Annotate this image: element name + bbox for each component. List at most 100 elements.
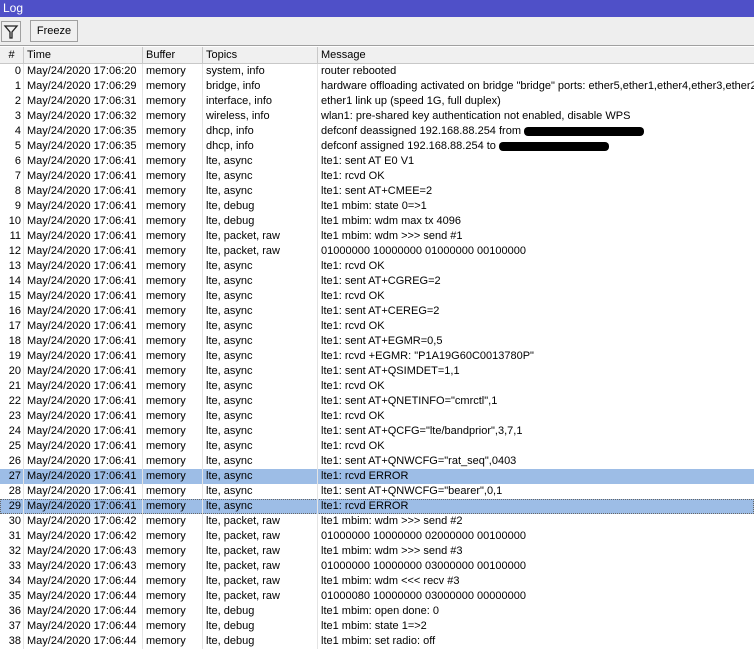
filter-button[interactable] — [1, 21, 21, 42]
row-topics: lte, async — [203, 304, 318, 319]
row-buffer-text: memory — [146, 455, 186, 467]
row-message-text: lte1 mbim: state 1=>2 — [321, 620, 427, 632]
row-message: lte1: sent AT+QSIMDET=1,1 — [318, 364, 754, 379]
table-row[interactable]: 10 May/24/2020 17:06:41 memory lte, debug lt… — [0, 214, 754, 229]
row-topics-text: lte, async — [206, 260, 253, 272]
table-row[interactable]: 1 May/24/2020 17:06:29 memory bridge, info h… — [0, 79, 754, 94]
table-row[interactable]: 11 May/24/2020 17:06:41 memory lte, packet,… — [0, 229, 754, 244]
row-time: May/24/2020 17:06:44 — [24, 574, 143, 589]
row-time: May/24/2020 17:06:41 — [24, 154, 143, 169]
row-time: May/24/2020 17:06:43 — [24, 544, 143, 559]
table-row[interactable]: 37 May/24/2020 17:06:44 memory lte, debug lt… — [0, 619, 754, 634]
table-row[interactable]: 15 May/24/2020 17:06:41 memory lte, async lt… — [0, 289, 754, 304]
table-row[interactable]: 2 May/24/2020 17:06:31 memory interface, in… — [0, 94, 754, 109]
table-row[interactable]: 18 May/24/2020 17:06:41 memory lte, async lt… — [0, 334, 754, 349]
row-message: lte1: sent AT+CEREG=2 — [318, 304, 754, 319]
row-buffer: memory — [143, 259, 203, 274]
table-row[interactable]: 29 May/24/2020 17:06:41 memory lte, async lt… — [0, 499, 754, 514]
row-topics-text: lte, async — [206, 305, 253, 317]
table-row[interactable]: 0 May/24/2020 17:06:20 memory system, info r… — [0, 64, 754, 79]
table-row[interactable]: 12 May/24/2020 17:06:41 memory lte, packet,… — [0, 244, 754, 259]
freeze-button[interactable]: Freeze — [30, 20, 78, 42]
column-header-number[interactable]: # — [0, 47, 24, 63]
row-buffer-text: memory — [146, 620, 186, 632]
row-number: 6 — [0, 154, 24, 169]
table-row[interactable]: 27 May/24/2020 17:06:41 memory lte, async lt… — [0, 469, 754, 484]
row-topics: lte, packet, raw — [203, 559, 318, 574]
column-header-topics[interactable]: Topics — [203, 47, 318, 63]
row-buffer: memory — [143, 619, 203, 634]
table-row[interactable]: 34 May/24/2020 17:06:44 memory lte, packet,… — [0, 574, 754, 589]
table-row[interactable]: 19 May/24/2020 17:06:41 memory lte, async lt… — [0, 349, 754, 364]
table-row[interactable]: 35 May/24/2020 17:06:44 memory lte, packet,… — [0, 589, 754, 604]
table-row[interactable]: 25 May/24/2020 17:06:41 memory lte, async lt… — [0, 439, 754, 454]
row-number-text: 18 — [8, 335, 21, 347]
table-row[interactable]: 21 May/24/2020 17:06:41 memory lte, async lt… — [0, 379, 754, 394]
row-time-text: May/24/2020 17:06:41 — [27, 230, 137, 242]
table-row[interactable]: 9 May/24/2020 17:06:41 memory lte, debug lte… — [0, 199, 754, 214]
row-buffer: memory — [143, 139, 203, 154]
row-time-text: May/24/2020 17:06:43 — [27, 560, 137, 572]
row-time: May/24/2020 17:06:41 — [24, 409, 143, 424]
row-time-text: May/24/2020 17:06:41 — [27, 455, 137, 467]
row-number-text: 13 — [8, 260, 21, 272]
row-buffer: memory — [143, 559, 203, 574]
row-buffer-text: memory — [146, 485, 186, 497]
column-header-buffer[interactable]: Buffer — [143, 47, 203, 63]
table-row[interactable]: 16 May/24/2020 17:06:41 memory lte, async lt… — [0, 304, 754, 319]
table-row[interactable]: 31 May/24/2020 17:06:42 memory lte, packet,… — [0, 529, 754, 544]
table-row[interactable]: 5 May/24/2020 17:06:35 memory dhcp, info def… — [0, 139, 754, 154]
row-topics: lte, async — [203, 499, 318, 514]
row-message-text: lte1: sent AT E0 V1 — [321, 155, 415, 167]
row-number: 15 — [0, 289, 24, 304]
table-row[interactable]: 8 May/24/2020 17:06:41 memory lte, async lte… — [0, 184, 754, 199]
row-buffer: memory — [143, 124, 203, 139]
table-row[interactable]: 7 May/24/2020 17:06:41 memory lte, async lte… — [0, 169, 754, 184]
row-message: lte1: sent AT+EGMR=0,5 — [318, 334, 754, 349]
table-row[interactable]: 26 May/24/2020 17:06:41 memory lte, async lt… — [0, 454, 754, 469]
row-time: May/24/2020 17:06:41 — [24, 439, 143, 454]
table-row[interactable]: 14 May/24/2020 17:06:41 memory lte, async lt… — [0, 274, 754, 289]
row-number: 35 — [0, 589, 24, 604]
table-row[interactable]: 30 May/24/2020 17:06:42 memory lte, packet,… — [0, 514, 754, 529]
row-message: 01000080 10000000 03000000 00000000 — [318, 589, 754, 604]
table-row[interactable]: 33 May/24/2020 17:06:43 memory lte, packet,… — [0, 559, 754, 574]
table-row[interactable]: 20 May/24/2020 17:06:41 memory lte, async lt… — [0, 364, 754, 379]
row-topics-text: lte, async — [206, 470, 253, 482]
table-row[interactable]: 23 May/24/2020 17:06:41 memory lte, async lt… — [0, 409, 754, 424]
row-time: May/24/2020 17:06:32 — [24, 109, 143, 124]
table-row[interactable]: 38 May/24/2020 17:06:44 memory lte, debug lt… — [0, 634, 754, 649]
row-buffer-text: memory — [146, 260, 186, 272]
row-number-text: 1 — [14, 80, 21, 92]
row-topics: lte, async — [203, 289, 318, 304]
row-topics: lte, async — [203, 409, 318, 424]
table-row[interactable]: 3 May/24/2020 17:06:32 memory wireless, inf… — [0, 109, 754, 124]
row-topics: dhcp, info — [203, 124, 318, 139]
table-row[interactable]: 28 May/24/2020 17:06:41 memory lte, async lt… — [0, 484, 754, 499]
row-buffer: memory — [143, 424, 203, 439]
row-topics: lte, async — [203, 439, 318, 454]
table-row[interactable]: 32 May/24/2020 17:06:43 memory lte, packet,… — [0, 544, 754, 559]
column-header-time[interactable]: Time — [24, 47, 143, 63]
row-time-text: May/24/2020 17:06:44 — [27, 605, 137, 617]
row-time-text: May/24/2020 17:06:41 — [27, 215, 137, 227]
column-header-message[interactable]: Message — [318, 47, 754, 63]
row-topics-text: lte, packet, raw — [206, 590, 280, 602]
table-row[interactable]: 6 May/24/2020 17:06:41 memory lte, async lte… — [0, 154, 754, 169]
row-time: May/24/2020 17:06:41 — [24, 244, 143, 259]
table-row[interactable]: 17 May/24/2020 17:06:41 memory lte, async lt… — [0, 319, 754, 334]
row-topics: system, info — [203, 64, 318, 79]
row-time: May/24/2020 17:06:41 — [24, 379, 143, 394]
row-buffer-text: memory — [146, 350, 186, 362]
table-row[interactable]: 4 May/24/2020 17:06:35 memory dhcp, info def… — [0, 124, 754, 139]
row-buffer: memory — [143, 94, 203, 109]
row-number: 38 — [0, 634, 24, 649]
row-buffer: memory — [143, 439, 203, 454]
table-row[interactable]: 36 May/24/2020 17:06:44 memory lte, debug lt… — [0, 604, 754, 619]
table-row[interactable]: 22 May/24/2020 17:06:41 memory lte, async lt… — [0, 394, 754, 409]
row-number-text: 9 — [14, 200, 21, 212]
row-number-text: 26 — [8, 455, 21, 467]
row-buffer-text: memory — [146, 95, 186, 107]
table-row[interactable]: 13 May/24/2020 17:06:41 memory lte, async lt… — [0, 259, 754, 274]
table-row[interactable]: 24 May/24/2020 17:06:41 memory lte, async lt… — [0, 424, 754, 439]
